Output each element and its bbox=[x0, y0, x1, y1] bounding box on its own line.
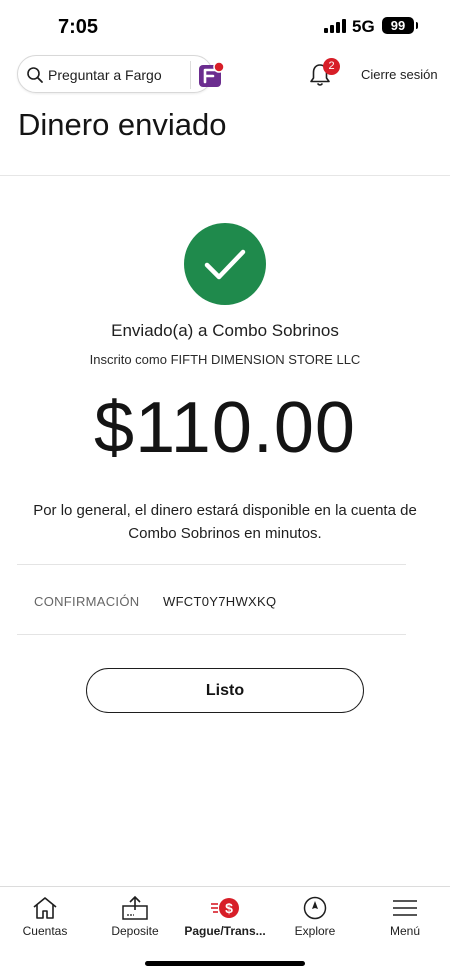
recipient-line: Enviado(a) a Combo Sobrinos bbox=[111, 321, 339, 340]
battery-icon: 99 bbox=[382, 17, 418, 34]
signout-link[interactable]: Cierre sesión bbox=[361, 67, 438, 82]
nav-item-pague-transfiera[interactable]: $ Pague/Trans... bbox=[180, 887, 270, 947]
fargo-icon[interactable] bbox=[196, 60, 226, 90]
nav-label: Explore bbox=[294, 924, 336, 938]
search-placeholder: Preguntar a Fargo bbox=[48, 67, 162, 83]
success-check-icon bbox=[184, 223, 266, 305]
nav-label: Menú bbox=[389, 924, 421, 938]
compass-icon bbox=[303, 896, 327, 920]
confirmation-label: CONFIRMACIÓN bbox=[34, 594, 140, 609]
home-indicator[interactable] bbox=[145, 961, 305, 966]
search-icon bbox=[27, 67, 43, 83]
header-divider bbox=[0, 175, 450, 176]
availability-note: Por lo general, el dinero estará disponi… bbox=[33, 502, 417, 542]
done-button[interactable]: Listo bbox=[86, 668, 364, 713]
registered-name: Inscrito como FIFTH DIMENSION STORE LLC bbox=[89, 352, 361, 367]
home-icon bbox=[33, 897, 57, 919]
network-type: 5G bbox=[352, 17, 375, 36]
divider bbox=[17, 564, 406, 565]
nav-label: Deposite bbox=[111, 924, 159, 938]
status-bar: 7:05 5G 99 bbox=[0, 0, 450, 52]
nav-item-cuentas[interactable]: Cuentas bbox=[0, 887, 90, 947]
signal-icon bbox=[324, 19, 346, 33]
pay-transfer-icon: $ bbox=[211, 898, 239, 918]
amount: $110.00 bbox=[94, 388, 356, 468]
page-title: Dinero enviado bbox=[18, 107, 227, 142]
divider bbox=[190, 61, 191, 89]
nav-label: Pague/Trans... bbox=[184, 924, 266, 938]
menu-icon bbox=[393, 900, 417, 916]
nav-item-deposite[interactable]: Deposite bbox=[90, 887, 180, 947]
ask-fargo-search[interactable]: Preguntar a Fargo bbox=[17, 55, 225, 93]
confirmation-code: WFCT0Y7HWXKQ bbox=[163, 594, 277, 609]
notification-badge: 2 bbox=[323, 58, 340, 75]
status-time: 7:05 bbox=[58, 16, 99, 38]
nav-item-explore[interactable]: Explore bbox=[270, 887, 360, 947]
nav-item-menu[interactable]: Menú bbox=[360, 887, 450, 947]
svg-text:$: $ bbox=[225, 900, 233, 916]
deposit-icon bbox=[122, 895, 148, 920]
divider bbox=[17, 634, 406, 635]
nav-label: Cuentas bbox=[22, 924, 68, 938]
